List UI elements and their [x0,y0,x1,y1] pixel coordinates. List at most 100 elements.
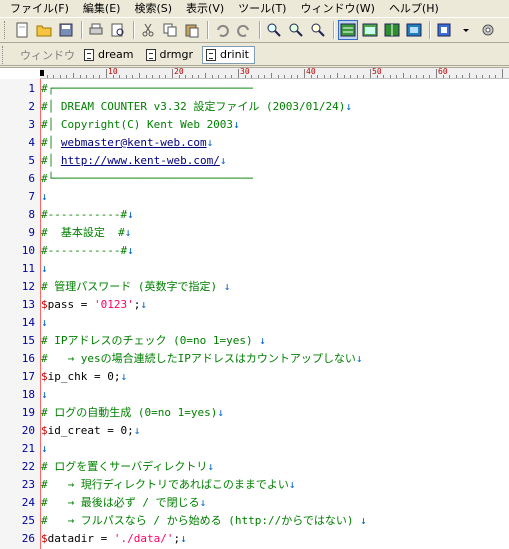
code-line[interactable]: 9 # 基本設定 #↓ [0,224,509,242]
line-number: 22 [21,460,35,473]
tab-drmgr[interactable]: drmgr [143,46,199,64]
editor-area[interactable]: 10 20 30 40 50 60 1 #┌────────────────────────… [0,67,509,549]
line-end-marker: ↓ [207,460,214,473]
new-file-button[interactable] [12,20,32,40]
code-line[interactable]: 2 #│ DREAM COUNTER v3.32 設定ファイル (2003/01/… [0,98,509,116]
code-line[interactable]: 6 #└────────────────────────────── [0,170,509,188]
code-text: $ip_chk = 0;↓ [41,368,127,386]
find-button[interactable] [264,20,284,40]
code-line[interactable]: 13 $pass = '0123';↓ [0,296,509,314]
comment-text: #-----------# [41,208,128,221]
code-line[interactable]: 5 #│ http://www.kent-web.com/↓ [0,152,509,170]
copy-button[interactable] [160,20,180,40]
code-line[interactable]: 24 # → 最後は必ず / で閉じる↓ [0,494,509,512]
ruler-tick [165,75,167,78]
code-line[interactable]: 11 ↓ [0,260,509,278]
ruler-tick [350,75,352,78]
code-line[interactable]: 18 ↓ [0,386,509,404]
code-line[interactable]: 4 #│ webmaster@kent-web.com↓ [0,134,509,152]
code-token: id_creat = 0; [47,424,134,437]
undo-button[interactable] [212,20,232,40]
ruler-tick [125,75,127,78]
code-text: $datadir = './data/';↓ [41,530,187,548]
find-prev-button[interactable] [308,20,328,40]
line-number: 21 [21,442,35,455]
save-button[interactable] [56,20,76,40]
redo-button[interactable] [234,20,254,40]
link-text[interactable]: http://www.kent-web.com/ [61,154,220,167]
code-line[interactable]: 17 $ip_chk = 0;↓ [0,368,509,386]
window-button[interactable] [360,20,380,40]
cascade-button[interactable] [404,20,424,40]
open-file-button[interactable] [34,20,54,40]
menu-view[interactable]: 表示(V) [186,0,224,16]
code-line[interactable]: 10 #-----------#↓ [0,242,509,260]
ruler-number: 30 [240,68,250,76]
line-number: 12 [21,280,35,293]
code-line[interactable]: 14 ↓ [0,314,509,332]
code-line[interactable]: 22 # ログを置くサーバディレクトリ↓ [0,458,509,476]
code-line[interactable]: 21 ↓ [0,440,509,458]
code-line[interactable]: 20 $id_creat = 0;↓ [0,422,509,440]
find-next-icon [289,23,303,37]
comment-text: # → 最後は必ず / で閉じる [41,496,200,509]
menu-file[interactable]: ファイル(F) [10,0,69,16]
ruler-tick [277,75,279,78]
cascade-icon [406,23,422,37]
paste-button[interactable] [182,20,202,40]
comment-text: #│ DREAM COUNTER v3.32 設定ファイル (2003/01/2… [41,100,346,113]
find-prev-icon [311,23,325,37]
ruler-tick [343,75,345,78]
comment-text: #-----------# [41,244,128,257]
line-number: 23 [21,478,35,491]
code-line[interactable]: 7 ↓ [0,188,509,206]
settings-button[interactable] [478,20,498,40]
menu-edit[interactable]: 編集(E) [83,0,121,16]
ruler-tick [403,73,404,78]
menu-window[interactable]: ウィンドウ(W) [300,0,374,16]
code-line[interactable]: 19 # ログの自動生成 (0=no 1=yes)↓ [0,404,509,422]
toolbar-separator [333,21,335,39]
ruler-tick [139,73,140,78]
code-line[interactable]: 1 #┌────────────────────────────── [0,80,509,98]
macro-button[interactable] [434,20,454,40]
dropdown-button[interactable] [456,20,476,40]
print-preview-button[interactable] [108,20,128,40]
code-text: # → 最後は必ず / で閉じる↓ [41,494,206,512]
code-text: #│ http://www.kent-web.com/↓ [41,152,226,170]
code-line[interactable]: 25 # → フルパスなら / から始める (http://からではない) ↓ [0,512,509,530]
code-line[interactable]: 15 # IPアドレスのチェック (0=no 1=yes) ↓ [0,332,509,350]
code-line[interactable]: 8 #-----------#↓ [0,206,509,224]
cut-button[interactable] [138,20,158,40]
line-number: 2 [28,100,35,113]
print-button[interactable] [86,20,106,40]
code-text: # ログの自動生成 (0=no 1=yes)↓ [41,404,224,422]
code-line[interactable]: 23 # → 現行ディレクトリであればこのままでよい↓ [0,476,509,494]
ruler-tick [53,75,55,78]
code-line[interactable]: 3 #│ Copyright(C) Kent Web 2003↓ [0,116,509,134]
tab-dream[interactable]: dream [81,46,139,64]
ruler-tick [92,75,94,78]
tile-button[interactable] [382,20,402,40]
line-number: 10 [21,244,35,257]
code-line[interactable]: 16 # → yesの場合連続したIPアドレスはカウントアップしない↓ [0,350,509,368]
view-toggle-button[interactable] [338,20,358,40]
tab-drinit[interactable]: drinit [202,45,255,64]
code-text: # IPアドレスのチェック (0=no 1=yes) ↓ [41,332,266,350]
open-folder-icon [36,25,52,37]
ruler-tick [264,75,266,78]
line-end-marker: ↓ [127,244,134,257]
link-text[interactable]: webmaster@kent-web.com [61,136,207,149]
code-line[interactable]: 12 # 管理パスワード (英数字で指定) ↓ [0,278,509,296]
menu-search[interactable]: 検索(S) [134,0,172,16]
line-end-marker: ↓ [223,280,231,293]
toolbar-grip[interactable] [4,21,8,39]
menu-help[interactable]: ヘルプ(H) [389,0,439,16]
undo-icon [217,24,229,37]
tabbar-grip[interactable] [2,45,6,64]
menu-tools[interactable]: ツール(T) [238,0,286,16]
find-next-button[interactable] [286,20,306,40]
ruler-tick [449,75,451,78]
code-line[interactable]: 26 $datadir = './data/';↓ [0,530,509,548]
tab-label: dream [98,48,134,61]
